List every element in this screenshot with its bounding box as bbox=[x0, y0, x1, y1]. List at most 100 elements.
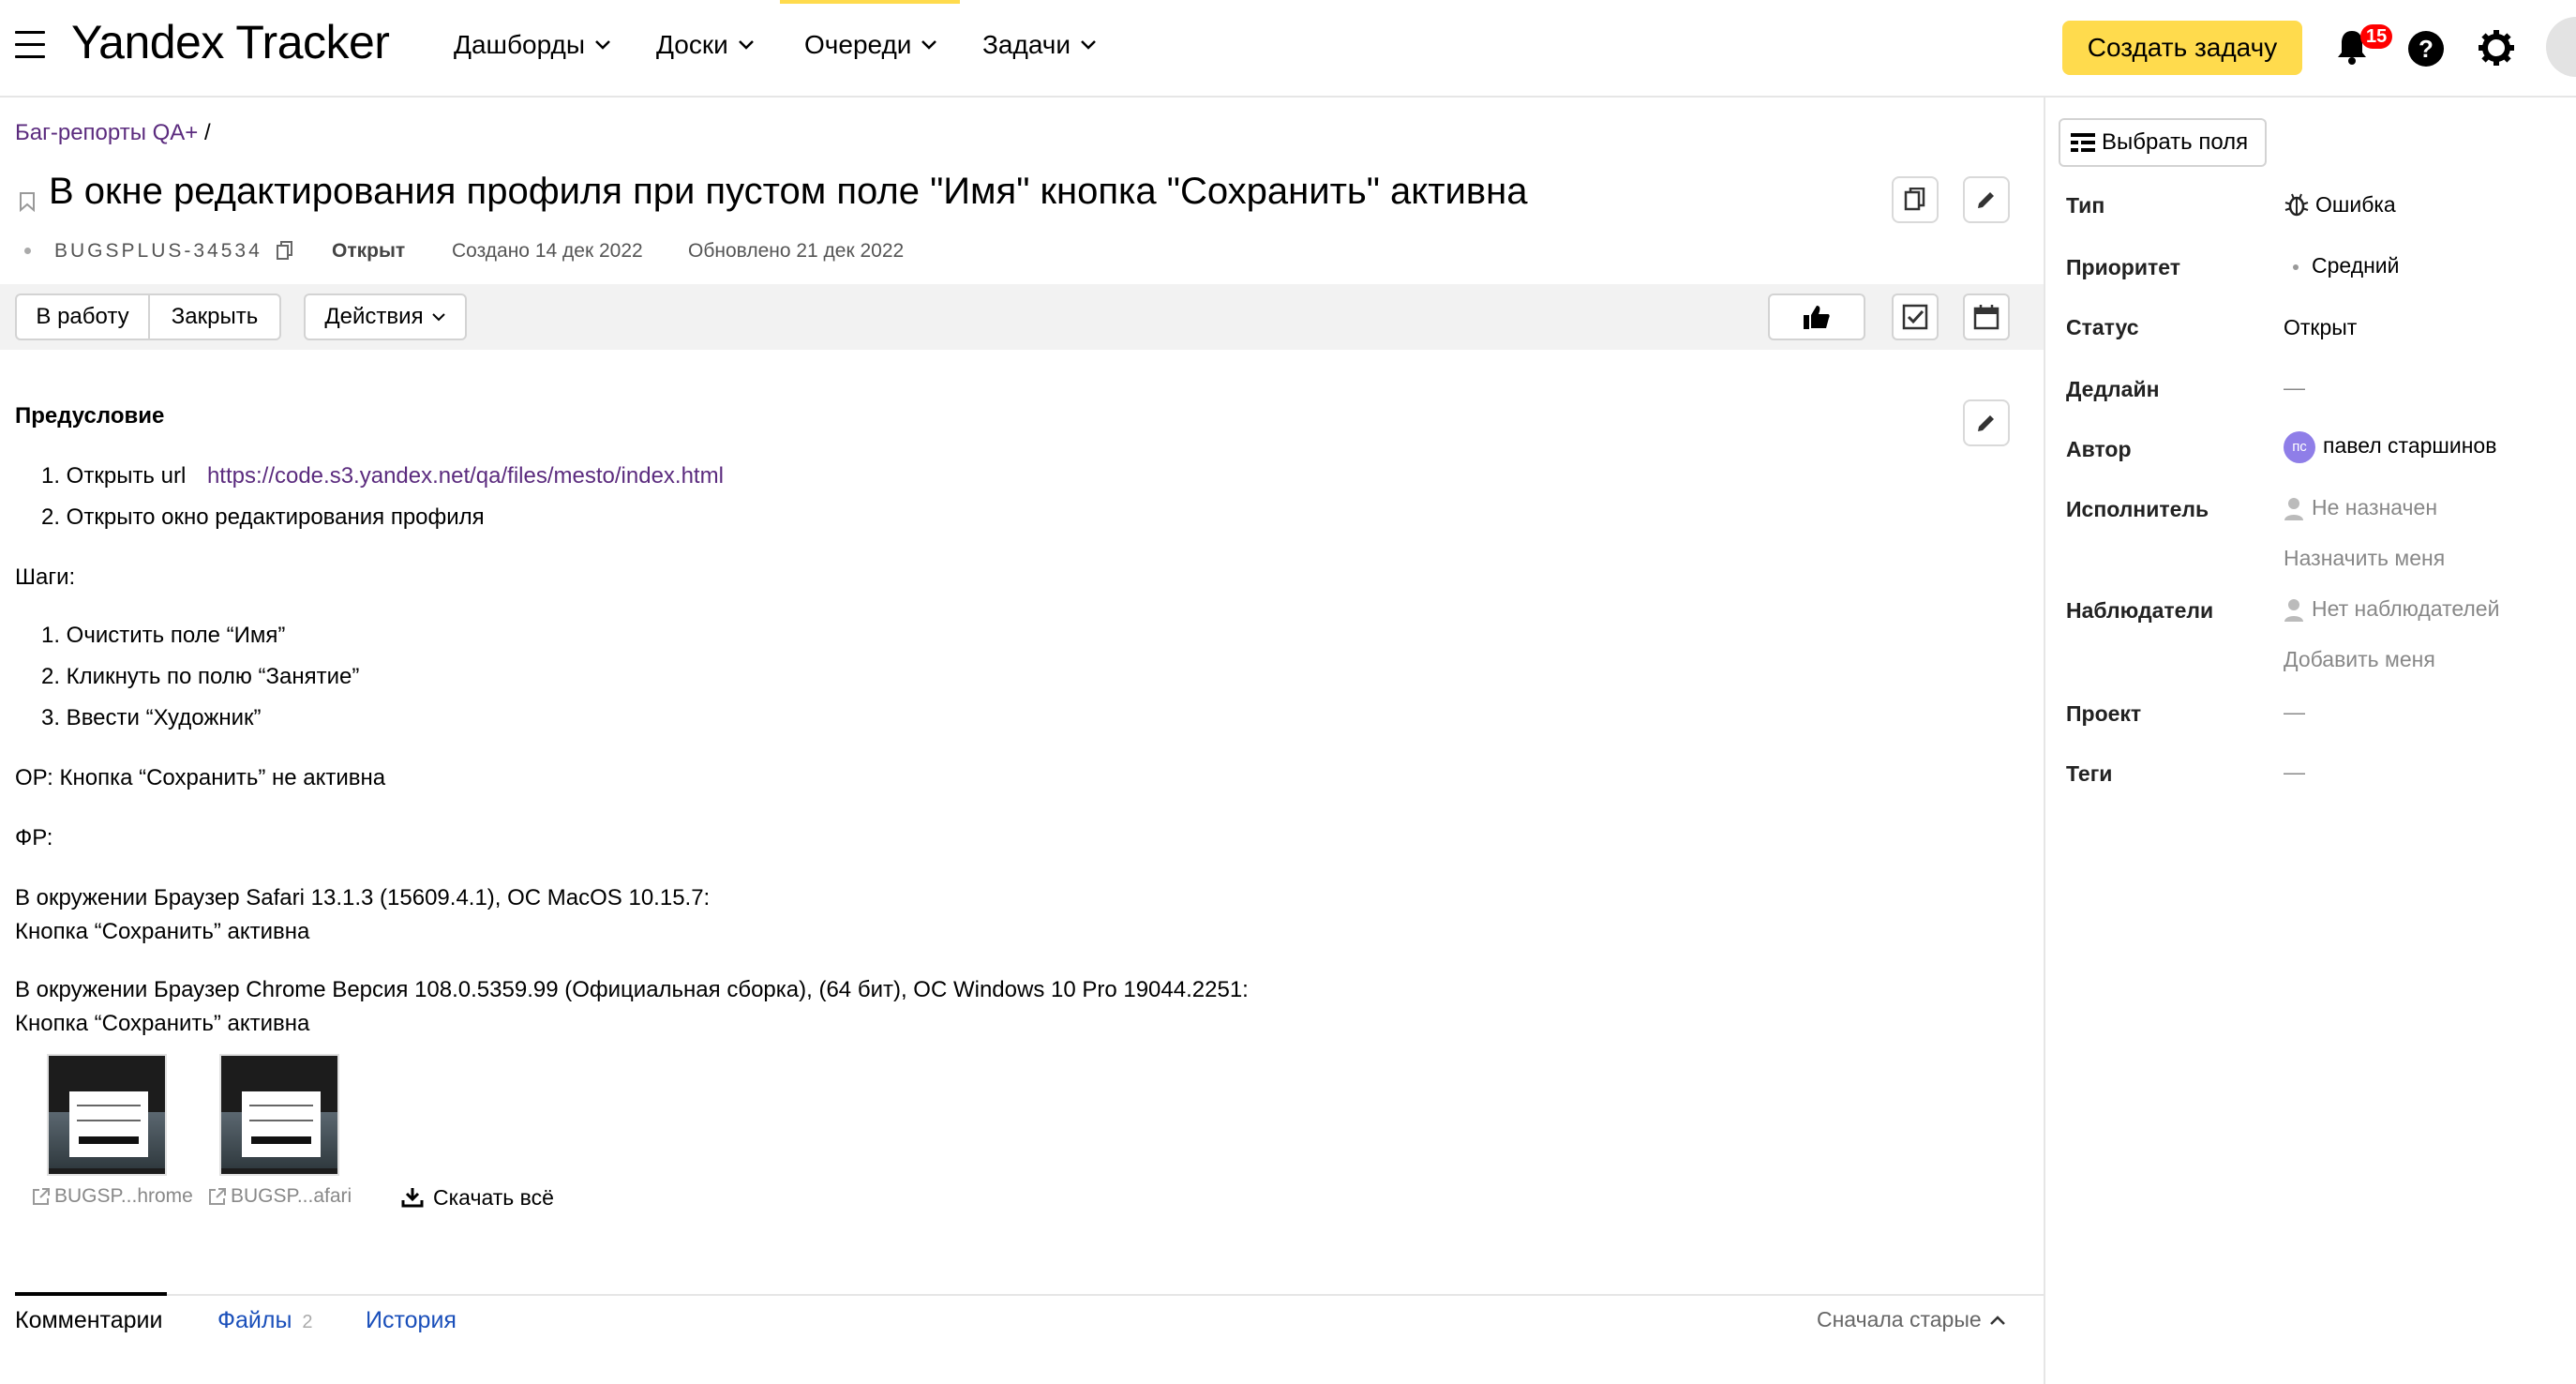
status-dot bbox=[24, 248, 31, 254]
tags-label: Теги bbox=[2066, 761, 2113, 786]
nav-queues[interactable]: Очереди bbox=[804, 30, 937, 60]
add-me-link[interactable]: Добавить меня bbox=[2284, 647, 2435, 672]
assignee-value[interactable]: Не назначен bbox=[2284, 495, 2437, 521]
thumbnail-dialog bbox=[69, 1091, 148, 1157]
download-all-button[interactable]: Скачать всё bbox=[433, 1185, 554, 1211]
nav-dashboards-label: Дашборды bbox=[454, 30, 585, 59]
thumbs-up-icon bbox=[1804, 306, 1830, 329]
priority-label: Приоритет bbox=[2066, 255, 2180, 279]
download-icon bbox=[401, 1188, 424, 1208]
type-value-label: Ошибка bbox=[2315, 191, 2396, 217]
calendar-button[interactable] bbox=[1963, 293, 2010, 340]
help-icon[interactable]: ? bbox=[2407, 30, 2445, 68]
chevron-down-icon bbox=[1081, 40, 1096, 50]
step-item-1: 1. Очистить поле “Имя” bbox=[41, 623, 286, 648]
person-icon bbox=[2284, 497, 2303, 520]
step-item-2: 2. Кликнуть по полю “Занятие” bbox=[41, 664, 360, 689]
precondition-heading: Предусловие bbox=[15, 403, 165, 429]
attachment-thumbnail-chrome[interactable] bbox=[47, 1054, 167, 1176]
author-name: павел старшинов bbox=[2323, 433, 2497, 459]
status-field-value[interactable]: Открыт bbox=[2284, 315, 2357, 340]
calendar-icon bbox=[1973, 305, 1999, 330]
chevron-down-icon bbox=[738, 40, 754, 50]
person-icon bbox=[2284, 598, 2303, 622]
copy-link-button[interactable] bbox=[1892, 176, 1939, 223]
nav-tasks-label: Задачи bbox=[982, 30, 1071, 59]
attachment-name-safari[interactable]: BUGSP...afari bbox=[231, 1185, 352, 1208]
edit-description-button[interactable] bbox=[1963, 399, 2010, 446]
priority-value[interactable]: Средний bbox=[2284, 253, 2400, 278]
bookmark-icon[interactable] bbox=[19, 191, 36, 212]
assignee-label: Исполнитель bbox=[2066, 497, 2209, 521]
breadcrumb-queue-link[interactable]: Баг-репорты QA+ bbox=[15, 120, 198, 145]
checkbox-icon bbox=[1902, 304, 1928, 330]
attachment-name-chrome[interactable]: BUGSP...hrome bbox=[54, 1185, 193, 1208]
sort-order-toggle[interactable]: Сначала старые bbox=[1817, 1307, 2006, 1332]
app-logo[interactable]: Yandex Tracker bbox=[71, 15, 390, 69]
sort-order-label: Сначала старые bbox=[1817, 1307, 1982, 1331]
tabs-divider bbox=[15, 1294, 2044, 1296]
actions-dropdown[interactable]: Действия bbox=[304, 293, 467, 340]
steps-heading: Шаги: bbox=[15, 564, 76, 590]
thumbnail-dialog bbox=[242, 1091, 321, 1157]
type-value[interactable]: Ошибка bbox=[2284, 191, 2396, 218]
nav-boards[interactable]: Доски bbox=[656, 30, 755, 60]
tags-value[interactable]: — bbox=[2284, 760, 2305, 785]
env-safari-result: Кнопка “Сохранить” активна bbox=[15, 919, 310, 944]
chevron-down-icon bbox=[595, 40, 610, 50]
assign-me-link[interactable]: Назначить меня bbox=[2284, 546, 2445, 571]
watchers-label: Наблюдатели bbox=[2066, 598, 2214, 623]
nav-tasks[interactable]: Задачи bbox=[982, 30, 1097, 60]
bug-icon bbox=[2284, 193, 2309, 217]
project-value[interactable]: — bbox=[2284, 700, 2305, 725]
edit-title-button[interactable] bbox=[1963, 176, 2010, 223]
issue-sidebar: Выбрать поля Тип Ошибка Приоритет Средни… bbox=[2044, 98, 2576, 1384]
breadcrumb: Баг-репорты QA+ / bbox=[15, 120, 211, 146]
active-nav-indicator bbox=[780, 0, 960, 4]
external-link-icon bbox=[209, 1188, 226, 1205]
author-value[interactable]: пс павел старшинов bbox=[2284, 431, 2496, 463]
checklist-button[interactable] bbox=[1892, 293, 1939, 340]
pencil-icon bbox=[1978, 415, 1994, 431]
user-avatar[interactable] bbox=[2546, 17, 2576, 77]
notification-badge: 15 bbox=[2360, 24, 2393, 49]
like-button[interactable] bbox=[1768, 293, 1865, 340]
copy-icon bbox=[1904, 188, 1925, 211]
tab-files-count: 2 bbox=[302, 1312, 313, 1332]
issue-key[interactable]: BUGSPLUS-34534 bbox=[54, 240, 262, 263]
menu-icon[interactable] bbox=[15, 31, 45, 59]
nav-dashboards[interactable]: Дашборды bbox=[454, 30, 611, 60]
svg-text:?: ? bbox=[2419, 35, 2434, 63]
env-chrome-result: Кнопка “Сохранить” активна bbox=[15, 1011, 310, 1036]
actions-label: Действия bbox=[324, 304, 424, 329]
created-date: Создано 14 дек 2022 bbox=[452, 240, 643, 262]
precondition-item-1-text: 1. Открыть url bbox=[41, 463, 187, 489]
copy-key-icon[interactable] bbox=[276, 240, 294, 261]
to-work-button[interactable]: В работу bbox=[15, 293, 150, 340]
author-avatar: пс bbox=[2284, 431, 2315, 463]
gear-icon[interactable] bbox=[2477, 28, 2516, 68]
updated-date: Обновлено 21 дек 2022 bbox=[688, 240, 905, 262]
precondition-url-link[interactable]: https://code.s3.yandex.net/qa/files/mest… bbox=[207, 463, 724, 489]
create-task-button[interactable]: Создать задачу bbox=[2062, 21, 2302, 75]
deadline-value[interactable]: — bbox=[2284, 375, 2305, 400]
tab-history[interactable]: История bbox=[366, 1307, 457, 1334]
step-item-3: 3. Ввести “Художник” bbox=[41, 705, 262, 730]
choose-fields-button[interactable]: Выбрать поля bbox=[2059, 118, 2267, 167]
close-button[interactable]: Закрыть bbox=[148, 293, 281, 340]
expected-result: ОР: Кнопка “Сохранить” не активна bbox=[15, 765, 386, 790]
issue-title: В окне редактирования профиля при пустом… bbox=[49, 171, 1528, 212]
tab-files[interactable]: Файлы 2 bbox=[217, 1307, 313, 1334]
tab-comments[interactable]: Комментарии bbox=[15, 1307, 162, 1334]
chevron-down-icon bbox=[921, 40, 937, 50]
issue-toolbar: В работу Закрыть Действия bbox=[0, 284, 2044, 350]
attachment-thumbnail-safari[interactable] bbox=[219, 1054, 339, 1176]
status-field-label: Статус bbox=[2066, 315, 2139, 339]
top-header: Yandex Tracker Дашборды Доски Очереди За… bbox=[0, 0, 2576, 98]
actual-result-heading: ФР: bbox=[15, 825, 53, 850]
priority-dot bbox=[2293, 263, 2299, 270]
nav-boards-label: Доски bbox=[656, 30, 728, 59]
chevron-up-icon bbox=[1989, 1315, 2005, 1325]
watchers-value[interactable]: Нет наблюдателей bbox=[2284, 596, 2499, 623]
tab-files-label: Файлы bbox=[217, 1307, 292, 1333]
